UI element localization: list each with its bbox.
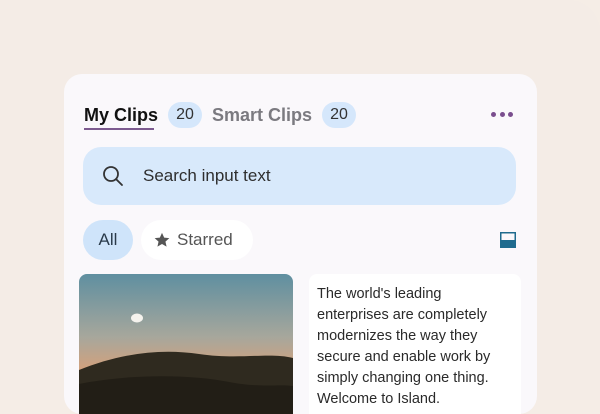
search-icon: [103, 166, 123, 186]
tab-my-clips[interactable]: My Clips 20: [84, 102, 203, 130]
clips-panel: My Clips 20 Smart Clips 20 All: [64, 74, 537, 414]
clips-tabs: My Clips 20 Smart Clips 20: [84, 102, 517, 130]
filter-bar: All Starred: [83, 220, 518, 260]
filter-all-label: All: [98, 230, 118, 249]
star-icon: [154, 232, 170, 247]
landscape-image: [79, 274, 293, 414]
filter-starred-chip[interactable]: Starred: [141, 220, 253, 260]
moon: [131, 313, 143, 323]
search-bar[interactable]: [83, 147, 516, 205]
my-clips-count-badge: 20: [168, 102, 203, 128]
filter-starred-label: Starred: [177, 230, 233, 249]
clip-text-content: The world's leading enterprises are comp…: [317, 286, 491, 407]
tab-my-clips-label: My Clips: [84, 105, 159, 125]
search-input[interactable]: [141, 165, 475, 187]
clip-text-card[interactable]: The world's leading enterprises are comp…: [309, 274, 521, 414]
tab-smart-clips-label: Smart Clips: [212, 105, 313, 125]
background-stage: My Clips 20 Smart Clips 20 All: [0, 0, 600, 414]
filter-all-chip[interactable]: All: [83, 220, 133, 260]
smart-clips-count-badge: 20: [322, 102, 357, 128]
clip-image-card[interactable]: [79, 274, 293, 414]
more-options-icon[interactable]: [491, 112, 513, 120]
tab-smart-clips[interactable]: Smart Clips 20: [212, 102, 357, 128]
active-tab-indicator: [84, 128, 154, 130]
layout-toggle-icon[interactable]: [500, 232, 516, 248]
